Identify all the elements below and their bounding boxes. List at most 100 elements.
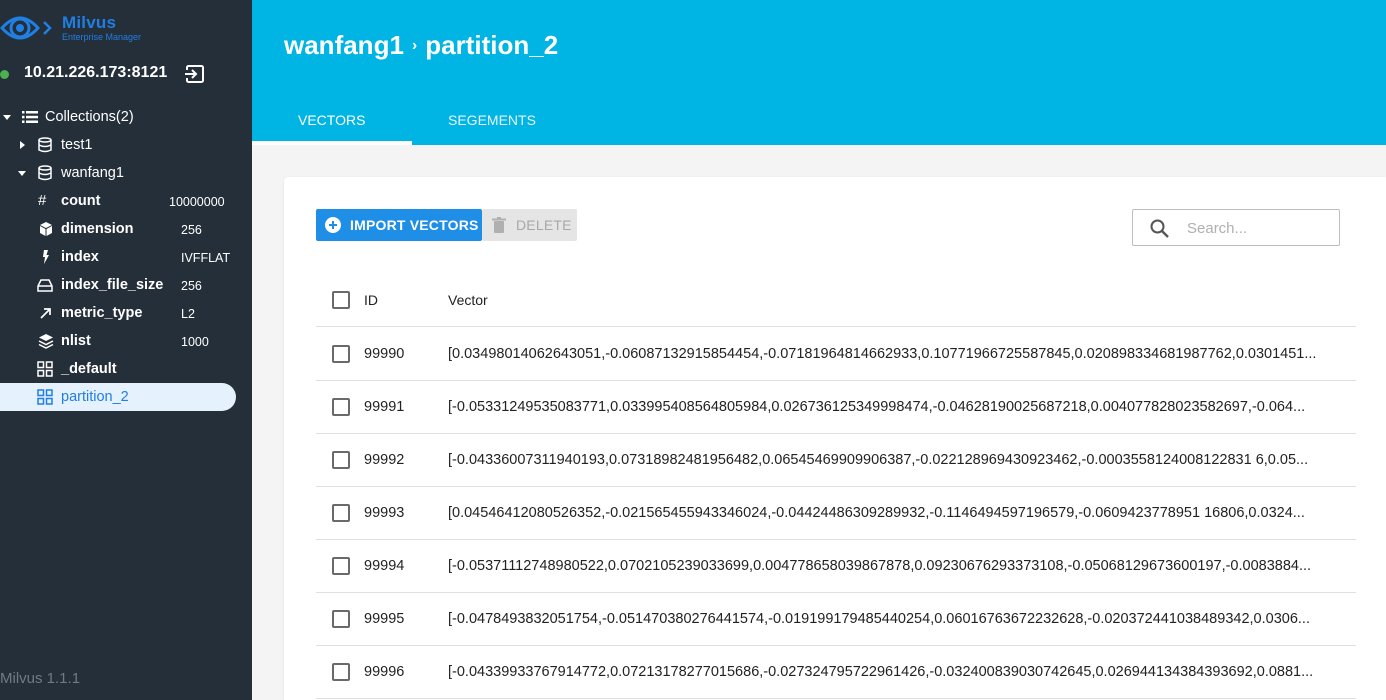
row-checkbox[interactable]: [332, 504, 350, 522]
tree-partition-2[interactable]: partition_2: [0, 383, 252, 411]
layers-icon: [38, 334, 54, 349]
cell-vector: [-0.04339933767914772,0.0721317827701568…: [448, 664, 1314, 680]
table-row[interactable]: 99994 [-0.05371112748980522,0.0702105239…: [316, 540, 1356, 593]
database-icon: [38, 137, 52, 153]
table-row[interactable]: 99990 [0.03498014062643051,-0.0608713291…: [316, 328, 1356, 381]
delete-button[interactable]: DELETE: [482, 209, 577, 241]
property-value: 256: [181, 279, 202, 293]
delete-label: DELETE: [516, 217, 572, 233]
property-key: count: [61, 193, 101, 209]
trash-icon: [492, 217, 506, 233]
column-header-vector[interactable]: Vector: [448, 292, 488, 308]
caret-right-icon: [20, 141, 25, 149]
tree-collection-wanfang1[interactable]: wanfang1: [0, 159, 252, 187]
connection-status-dot: [0, 70, 9, 79]
active-tab-indicator: [252, 141, 412, 145]
app-version: Milvus 1.1.1: [0, 670, 81, 687]
breadcrumb-collection[interactable]: wanfang1: [284, 30, 404, 61]
caret-down-icon: [3, 115, 11, 120]
milvus-logo-icon: [0, 16, 52, 40]
search-icon: [1150, 219, 1169, 238]
cell-id: 99994: [364, 558, 405, 574]
row-checkbox[interactable]: [332, 557, 350, 575]
property-count: # count 10000000: [0, 187, 252, 215]
table-row[interactable]: 99992 [-0.04336007311940193,0.0731898248…: [316, 434, 1356, 487]
cell-vector: [-0.0478493832051754,-0.0514703802764415…: [448, 611, 1310, 627]
grid-icon: [37, 361, 53, 377]
drive-icon: [37, 279, 53, 292]
database-icon: [38, 165, 52, 181]
breadcrumb: wanfang1 › partition_2: [284, 30, 558, 61]
collections-label: Collections(2): [45, 109, 134, 125]
vectors-card: IMPORT VECTORS DELETE ID Vector 99990 [0…: [284, 177, 1386, 700]
logout-icon[interactable]: [184, 63, 206, 85]
cell-vector: [-0.05371112748980522,0.0702105239033699…: [448, 558, 1312, 574]
cell-vector: [0.03498014062643051,-0.0608713291585445…: [448, 346, 1317, 362]
partition-label: partition_2: [61, 389, 129, 405]
grid-icon: [37, 389, 53, 405]
import-vectors-button[interactable]: IMPORT VECTORS: [316, 209, 482, 241]
cell-id: 99992: [364, 452, 405, 468]
row-checkbox[interactable]: [332, 398, 350, 416]
property-index-file-size: index_file_size 256: [0, 271, 252, 299]
cube-icon: [40, 222, 52, 236]
property-value: L2: [181, 307, 195, 321]
table-row[interactable]: 99996 [-0.04339933767914772,0.0721317827…: [316, 646, 1356, 699]
tab-vectors[interactable]: Vectors: [298, 112, 365, 128]
cell-id: 99991: [364, 399, 405, 415]
tree-collection-test1[interactable]: test1: [0, 131, 252, 159]
property-metric-type: metric_type L2: [0, 299, 252, 327]
bolt-icon: [43, 250, 49, 264]
plus-circle-icon: [325, 217, 341, 233]
row-checkbox[interactable]: [332, 610, 350, 628]
cell-id: 99990: [364, 346, 405, 362]
cell-id: 99996: [364, 664, 405, 680]
property-value: 256: [181, 223, 202, 237]
table-row[interactable]: 99995 [-0.0478493832051754,-0.0514703802…: [316, 593, 1356, 646]
cell-id: 99995: [364, 611, 405, 627]
collection-label: test1: [61, 137, 93, 153]
select-all-checkbox[interactable]: [332, 291, 350, 309]
column-header-id[interactable]: ID: [364, 292, 378, 308]
property-dimension: dimension 256: [0, 215, 252, 243]
property-key: index: [61, 249, 99, 265]
arrow-up-right-icon: [40, 308, 51, 319]
tree-collections[interactable]: Collections(2): [0, 103, 252, 131]
list-icon: [22, 111, 38, 123]
search-box[interactable]: [1132, 209, 1340, 246]
partition-label: _default: [61, 361, 117, 377]
property-value: 1000: [181, 335, 209, 349]
property-nlist: nlist 1000: [0, 327, 252, 355]
property-key: nlist: [61, 333, 91, 349]
row-checkbox[interactable]: [332, 451, 350, 469]
caret-down-icon: [18, 171, 26, 176]
tab-segments[interactable]: Segements: [448, 112, 536, 128]
tree-partition-default[interactable]: _default: [0, 355, 252, 383]
property-value: IVFFLAT: [181, 251, 231, 265]
cell-vector: [-0.04336007311940193,0.0731898248195648…: [448, 452, 1309, 468]
row-checkbox[interactable]: [332, 663, 350, 681]
search-input[interactable]: [1187, 217, 1327, 239]
app-logo: Milvus Enterprise Manager: [0, 8, 141, 48]
table-row[interactable]: 99993 [0.04546412080526352,-0.0215654559…: [316, 487, 1356, 540]
table-row[interactable]: 99991 [-0.05331249535083771,0.0339954085…: [316, 381, 1356, 434]
cell-vector: [-0.05331249535083771,0.0339954085648059…: [448, 399, 1306, 415]
row-checkbox[interactable]: [332, 345, 350, 363]
app-title: Milvus: [62, 13, 117, 32]
import-vectors-label: IMPORT VECTORS: [350, 217, 479, 233]
chevron-right-icon: ›: [411, 36, 418, 54]
sidebar: Milvus Enterprise Manager 10.21.226.173:…: [0, 0, 252, 700]
table-header: ID Vector: [316, 273, 1356, 327]
host-address: 10.21.226.173:8121: [24, 64, 168, 81]
collection-label: wanfang1: [61, 165, 124, 181]
cell-id: 99993: [364, 505, 405, 521]
cell-vector: [0.04546412080526352,-0.0215654559433460…: [448, 505, 1305, 521]
breadcrumb-partition: partition_2: [425, 30, 559, 60]
property-value: 10000000: [169, 195, 225, 209]
hash-icon: #: [38, 192, 47, 209]
property-key: index_file_size: [61, 277, 164, 293]
connection-host: 10.21.226.173:8121: [0, 62, 252, 86]
app-subtitle: Enterprise Manager: [62, 32, 142, 42]
property-key: metric_type: [61, 305, 143, 321]
page-header: wanfang1 › partition_2 Vectors Segements: [252, 0, 1386, 145]
